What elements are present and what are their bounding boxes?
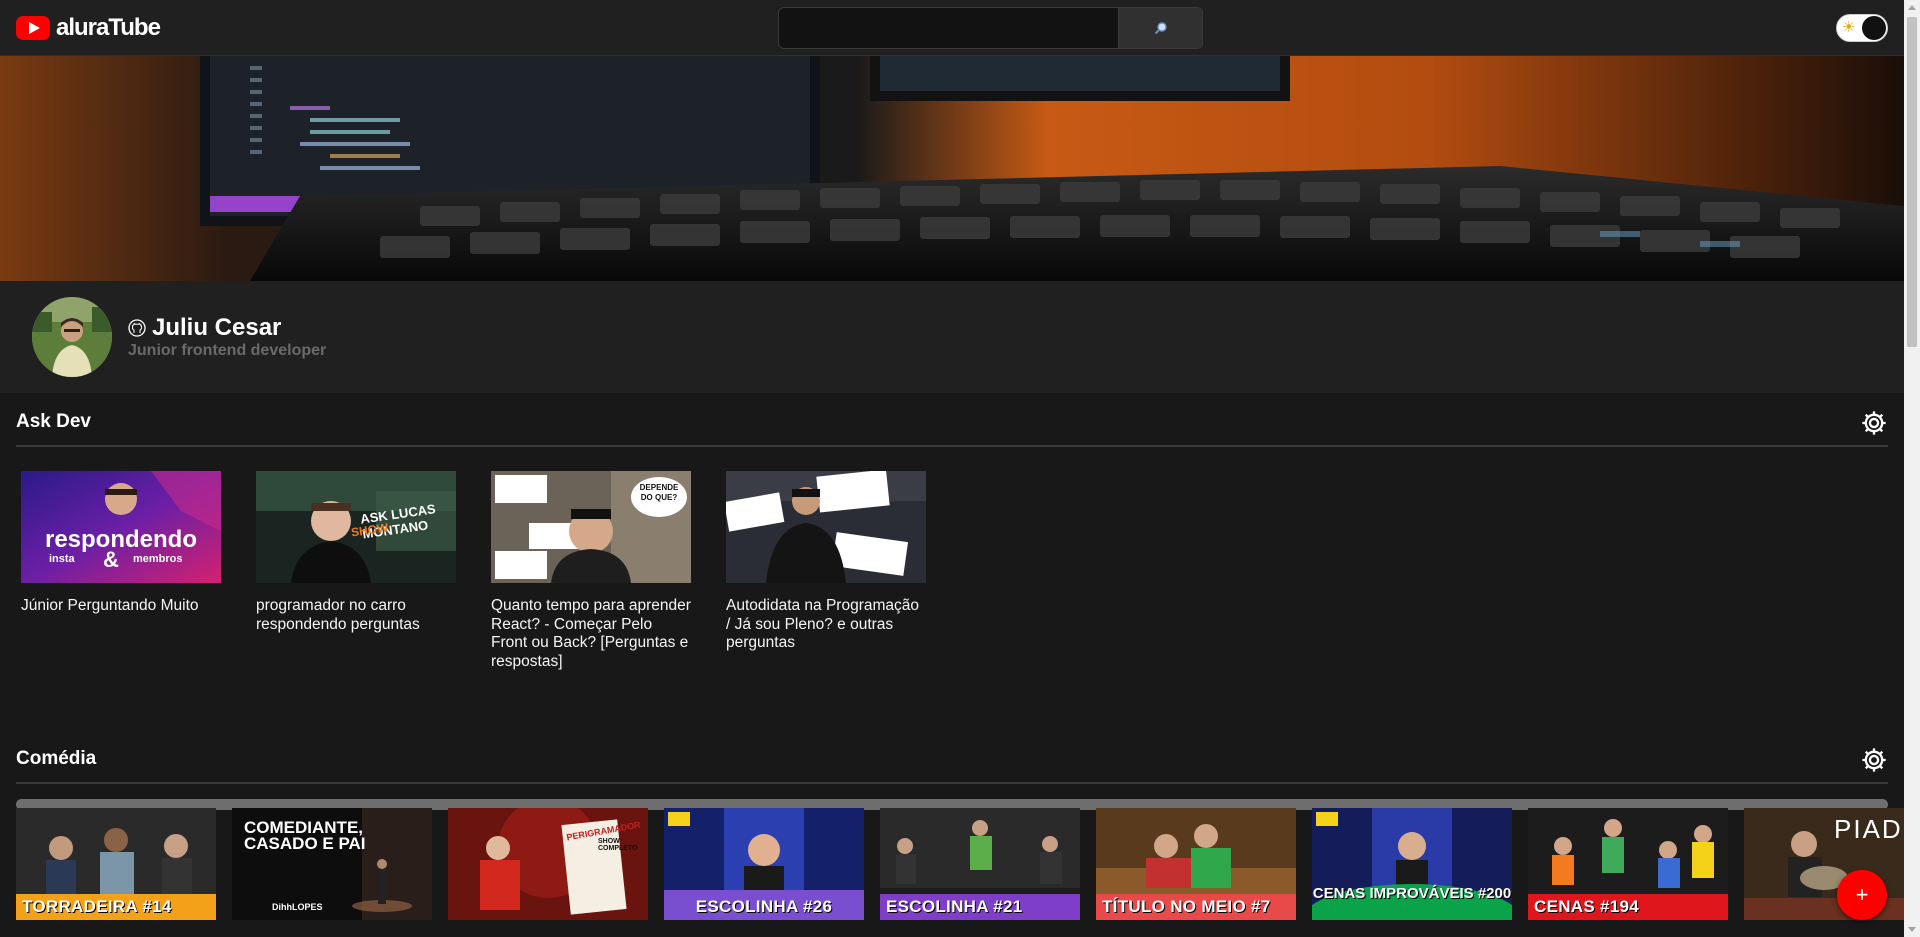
video-card[interactable]: TORRADEIRA #14	[16, 808, 216, 920]
scroll-down-icon[interactable]	[1908, 927, 1916, 932]
profile-name: Juliu Cesar	[152, 314, 282, 341]
video-card[interactable]: ESCOLINHA #26	[664, 808, 864, 920]
thumbnail-label: CENAS #194	[1528, 894, 1728, 920]
thumbnail-ampersand: &	[103, 547, 119, 572]
video-title[interactable]: Júnior Perguntando Muito	[21, 597, 221, 616]
thumbnail-subtext: insta	[49, 553, 75, 565]
video-thumbnail[interactable]: TORRADEIRA #14	[16, 808, 216, 920]
video-card[interactable]: DEPENDE DO QUE? Quanto tempo para aprend…	[491, 471, 691, 671]
video-thumbnail[interactable]: CENAS #194	[1528, 808, 1728, 920]
avatar-image	[32, 297, 112, 377]
theme-toggle[interactable]: ☀	[1836, 14, 1888, 42]
video-thumbnail[interactable]: ASK LUCAS MONTANO SHOW	[256, 471, 456, 583]
sun-icon: ☀	[1842, 19, 1856, 36]
section-ask-dev: Ask Dev respondendo insta & membros Júni…	[16, 393, 1888, 810]
thumbnail-text: COMEDIANTE, CASADO E PAI	[244, 818, 366, 853]
play-logo-icon	[16, 16, 50, 40]
thumbnail-bubble: DEPENDE DO QUE?	[639, 483, 679, 502]
video-thumbnail[interactable]: ESCOLINHA #21	[880, 808, 1080, 920]
logo-text: aluraTube	[56, 14, 161, 41]
profile-role: Junior frontend developer	[128, 342, 327, 359]
search-input[interactable]	[779, 8, 1118, 48]
logo[interactable]: aluraTube	[16, 14, 161, 42]
video-thumbnail[interactable]: PIAD	[1744, 808, 1920, 920]
section-header: Ask Dev	[16, 393, 1888, 447]
magnifier-icon	[1154, 22, 1167, 35]
thumbnail-text: PIAD	[1834, 814, 1903, 844]
app-page: aluraTube ☀ Juliu Cesar Junior frontend …	[0, 0, 1920, 937]
video-thumbnail[interactable]: COMEDIANTE, CASADO E PAI DihhLOPES	[232, 808, 432, 920]
video-card[interactable]: PERIGRAMADOR SHOW COMPLETO	[448, 808, 648, 920]
section-title: Ask Dev	[16, 411, 91, 432]
search-button[interactable]	[1118, 8, 1202, 48]
video-thumbnail[interactable]: ESCOLINHA #26	[664, 808, 864, 920]
video-row: TORRADEIRA #14 COMEDIANTE, CASADO E PAI …	[16, 808, 1920, 920]
video-card[interactable]: COMEDIANTE, CASADO E PAI DihhLOPES	[232, 808, 432, 920]
thumbnail-text: respondendo	[44, 526, 197, 553]
thumbnail-label: TÍTULO NO MEIO #7	[1096, 894, 1296, 920]
toggle-knob	[1862, 16, 1886, 40]
channel-profile: Juliu Cesar Junior frontend developer	[0, 281, 1904, 393]
scroll-up-icon[interactable]	[1908, 5, 1916, 10]
video-card[interactable]: respondendo insta & membros Júnior Pergu…	[21, 471, 221, 671]
video-row: respondendo insta & membros Júnior Pergu…	[16, 471, 1888, 671]
gear-icon[interactable]	[1860, 409, 1888, 437]
thumbnail-footer: DihhLOPES	[272, 902, 323, 912]
video-title[interactable]: programador no carro respondendo pergunt…	[256, 597, 456, 634]
thumbnail-badge: SHOW COMPLETO	[598, 838, 638, 852]
profile-name-row: Juliu Cesar	[128, 314, 281, 342]
video-title[interactable]: Autodidata na Programação / Já sou Pleno…	[726, 597, 926, 653]
thumbnail-label: CENAS IMPROVÁVEIS #200	[1312, 885, 1512, 902]
video-thumbnail[interactable]: respondendo insta & membros	[21, 471, 221, 583]
github-icon[interactable]	[128, 319, 146, 337]
thumbnail-label: ESCOLINHA #26	[695, 897, 833, 916]
thumbnail-subtext: membros	[133, 553, 183, 565]
search-bar	[778, 7, 1203, 49]
video-thumbnail[interactable]: CENAS IMPROVÁVEIS #200	[1312, 808, 1512, 920]
video-thumbnail[interactable]: PERIGRAMADOR SHOW COMPLETO	[448, 808, 648, 920]
section-comedia: Comédia TORRADEIRA #14 COMEDIANTE, CASAD…	[16, 730, 1920, 937]
section-header: Comédia	[16, 730, 1888, 784]
page-scrollbar[interactable]	[1904, 0, 1920, 937]
channel-banner	[0, 56, 1904, 281]
video-thumbnail[interactable]	[726, 471, 926, 583]
video-card[interactable]: ASK LUCAS MONTANO SHOW programador no ca…	[256, 471, 456, 671]
avatar[interactable]	[32, 297, 112, 377]
video-card[interactable]: CENAS IMPROVÁVEIS #200	[1312, 808, 1512, 920]
scroll-thumb[interactable]	[1907, 17, 1917, 347]
video-card[interactable]: PIAD	[1744, 808, 1920, 920]
thumbnail-label: ESCOLINHA #21	[880, 894, 1080, 920]
add-video-button[interactable]: +	[1837, 870, 1887, 920]
section-title: Comédia	[16, 748, 97, 769]
banner-image	[0, 56, 1904, 281]
video-title[interactable]: Quanto tempo para aprender React? - Come…	[491, 597, 691, 671]
thumbnail-label: TORRADEIRA #14	[16, 894, 216, 920]
top-bar: aluraTube ☀	[0, 0, 1904, 56]
video-card[interactable]: Autodidata na Programação / Já sou Pleno…	[726, 471, 926, 671]
video-card[interactable]: CENAS #194	[1528, 808, 1728, 920]
video-card[interactable]: ESCOLINHA #21	[880, 808, 1080, 920]
video-card[interactable]: TÍTULO NO MEIO #7	[1096, 808, 1296, 920]
video-thumbnail[interactable]: TÍTULO NO MEIO #7	[1096, 808, 1296, 920]
gear-icon[interactable]	[1860, 746, 1888, 774]
video-thumbnail[interactable]: DEPENDE DO QUE?	[491, 471, 691, 583]
